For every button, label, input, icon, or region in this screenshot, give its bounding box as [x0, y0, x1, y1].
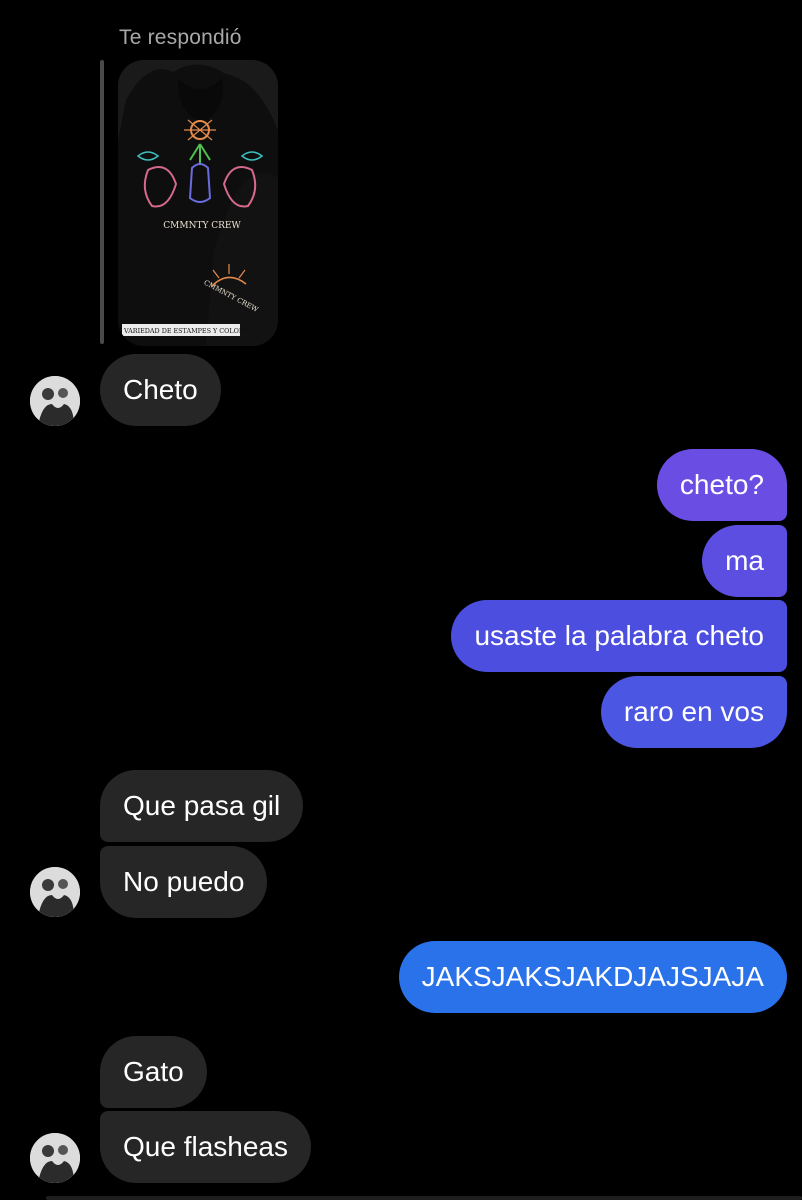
message-bubble-incoming[interactable]: No puedo	[100, 846, 268, 918]
message-bubble-outgoing[interactable]: usaste la palabra cheto	[451, 600, 787, 672]
message-bubble-incoming[interactable]: Cheto	[100, 354, 221, 426]
story-reply-thumbnail[interactable]: CMMNTY CREW CMMNTY CREW VARIEDAD DE ESTA…	[118, 60, 278, 346]
avatar[interactable]	[30, 867, 80, 917]
avatar[interactable]	[30, 1133, 80, 1183]
bottom-divider	[46, 1196, 802, 1200]
profile-photo-icon	[30, 867, 80, 917]
avatar[interactable]	[30, 376, 80, 426]
shirt-print-text: CMMNTY CREW	[163, 221, 241, 231]
reply-indicator-bar	[100, 60, 104, 344]
message-bubble-outgoing[interactable]: cheto?	[656, 449, 787, 521]
message-bubble-outgoing[interactable]: JAKSJAKSJAKDJAJSJAJA	[398, 941, 787, 1013]
message-bubble-outgoing[interactable]: ma	[702, 525, 787, 597]
profile-photo-icon	[30, 376, 80, 426]
message-bubble-incoming[interactable]: Gato	[100, 1036, 207, 1108]
reply-label: Te respondió	[119, 26, 242, 49]
profile-photo-icon	[30, 1133, 80, 1183]
message-bubble-incoming[interactable]: Que pasa gil	[100, 770, 304, 842]
hoodie-image: CMMNTY CREW CMMNTY CREW VARIEDAD DE ESTA…	[118, 60, 278, 346]
story-caption: VARIEDAD DE ESTAMPES Y COLORES	[123, 327, 253, 335]
message-bubble-outgoing[interactable]: raro en vos	[600, 676, 787, 748]
message-bubble-incoming[interactable]: Que flasheas	[100, 1111, 311, 1183]
